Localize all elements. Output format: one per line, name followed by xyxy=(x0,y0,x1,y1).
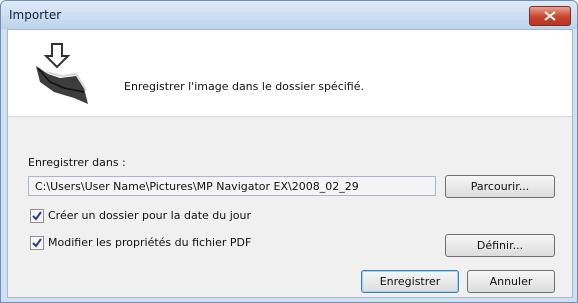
title-bar[interactable]: Importer xyxy=(1,1,577,29)
header-description: Enregistrer l'image dans le dossier spéc… xyxy=(124,80,364,93)
import-folder-icon xyxy=(36,43,88,104)
save-path-field[interactable] xyxy=(28,176,436,196)
create-date-folder-label: Créer un dossier pour la date du jour xyxy=(48,209,252,222)
define-button[interactable]: Définir... xyxy=(445,234,555,257)
window-title: Importer xyxy=(9,8,62,22)
cancel-button[interactable]: Annuler xyxy=(467,270,555,293)
checkmark-icon xyxy=(32,211,42,221)
checkmark-icon xyxy=(32,238,42,248)
save-in-label: Enregistrer dans : xyxy=(28,156,126,169)
create-date-folder-checkbox[interactable] xyxy=(30,209,44,223)
modify-pdf-properties-checkbox[interactable] xyxy=(30,236,44,250)
close-button[interactable] xyxy=(529,6,571,26)
header-band: Enregistrer l'image dans le dossier spéc… xyxy=(8,30,572,117)
close-icon xyxy=(544,11,556,21)
dialog-body: Enregistrer l'image dans le dossier spéc… xyxy=(7,29,573,298)
browse-button[interactable]: Parcourir... xyxy=(445,175,555,198)
save-button[interactable]: Enregistrer xyxy=(361,270,459,293)
import-dialog: Importer Enregistrer l'image dans le dos… xyxy=(0,0,578,303)
modify-pdf-properties-label: Modifier les propriétés du fichier PDF xyxy=(48,236,252,249)
